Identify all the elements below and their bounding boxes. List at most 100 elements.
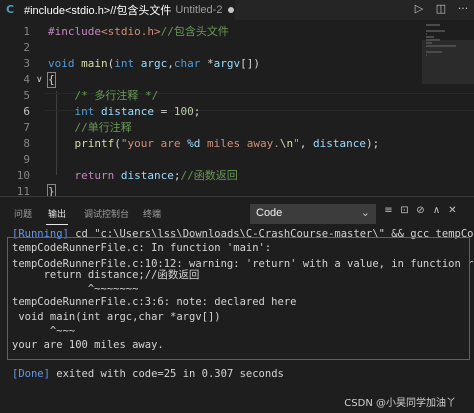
output-channel-select[interactable]: Code ⌄ — [250, 204, 376, 224]
c-language-icon: C — [6, 3, 15, 16]
code-token: , — [167, 57, 174, 70]
editor-tab-bar: C #include<stdio.h>//包含头文件 Untitled-2 ▷ … — [0, 0, 474, 20]
minimap-line — [426, 24, 440, 26]
code-line[interactable]: 3 void main(int argc,char *argv[]) — [0, 56, 474, 72]
code-token: argv — [213, 57, 241, 70]
code-token: /* 多行注释 */ — [48, 89, 159, 102]
code-text: int distance = 100; — [48, 104, 201, 120]
code-line[interactable]: 2 — [0, 40, 474, 56]
code-token: return — [74, 169, 115, 182]
output-done-line: [Done] exited with code=25 in 0.307 seco… — [12, 367, 284, 382]
code-line[interactable]: 8 printf("your are %d miles away.\n", di… — [0, 136, 474, 152]
code-token: printf — [74, 137, 115, 150]
code-text: void main(int argc,char *argv[]) — [48, 56, 260, 72]
minimap-line — [426, 51, 442, 53]
code-line[interactable]: 6 int distance = 100; — [0, 104, 474, 120]
watermark: CSDN @小昊同学加油丫 — [344, 398, 456, 409]
run-icon[interactable]: ▷ — [412, 2, 426, 15]
code-token: void — [48, 57, 75, 70]
code-token: //包含头文件 — [160, 25, 229, 38]
code-line[interactable]: 1 #include<stdio.h>//包含头文件 — [0, 24, 474, 40]
line-number: 5 — [23, 89, 30, 102]
code-line[interactable]: 4 ∨{ — [0, 72, 474, 88]
code-token: main — [81, 57, 108, 70]
code-token: , — [299, 137, 313, 150]
minimap-line — [426, 45, 456, 47]
code-line[interactable]: 7 //单行注释 — [0, 120, 474, 136]
bracket-match-box — [47, 72, 56, 88]
code-token: argc — [140, 57, 168, 70]
split-editor-icon[interactable]: ◫ — [434, 2, 448, 15]
code-line[interactable]: 5 /* 多行注释 */ — [0, 88, 474, 104]
minimap-line — [426, 42, 432, 44]
code-token: "your are — [120, 137, 188, 150]
code-line[interactable]: 10 return distance;//函数返回 — [0, 168, 474, 184]
code-token: []) — [240, 57, 260, 70]
chevron-down-icon: ⌄ — [360, 206, 370, 219]
tab-debug-console[interactable]: 调试控制台 — [84, 207, 129, 220]
code-editor[interactable]: 1 #include<stdio.h>//包含头文件 2 3 void main(int… — [0, 20, 474, 200]
code-token: ; — [193, 105, 201, 118]
line-number: 3 — [23, 57, 30, 70]
code-token: char — [173, 57, 201, 70]
line-number: 4 — [23, 73, 30, 86]
active-tab-underline — [46, 224, 68, 225]
line-number: 7 — [23, 121, 30, 134]
tab-problems[interactable]: 问题 — [14, 207, 32, 220]
code-token: %d — [187, 137, 201, 150]
panel-actions: ≡ ⊡ ⊘ ∧ ✕ — [382, 205, 459, 216]
lock-icon[interactable]: ⊡ — [398, 205, 411, 216]
done-tag: [Done] — [12, 368, 50, 380]
line-number: 1 — [23, 25, 30, 38]
code-token: //函数返回 — [180, 169, 238, 182]
code-token: ( — [114, 137, 121, 150]
line-number: 8 — [23, 137, 30, 150]
code-text: /* 多行注释 */ — [48, 88, 158, 104]
line-number: 10 — [16, 169, 30, 182]
tab-subtitle: Untitled-2 — [175, 4, 223, 16]
editor-tab[interactable]: C #include<stdio.h>//包含头文件 Untitled-2 — [0, 0, 235, 20]
code-token: " — [293, 137, 300, 150]
fold-chevron-icon[interactable]: ∨ — [36, 72, 43, 88]
code-text: //单行注释 — [48, 120, 132, 136]
close-icon[interactable]: ✕ — [446, 205, 459, 216]
code-token: int — [74, 105, 95, 118]
list-filter-icon[interactable]: ≡ — [382, 205, 395, 216]
code-text: return distance;//函数返回 — [48, 168, 238, 184]
code-token: #include — [48, 25, 101, 38]
clear-output-icon[interactable]: ⊘ — [414, 205, 427, 216]
more-icon[interactable]: ··· — [456, 2, 470, 15]
line-number: 6 — [23, 105, 30, 118]
code-token: \n — [279, 137, 294, 150]
code-token: * — [200, 57, 214, 70]
code-token: <stdio.h> — [100, 25, 161, 38]
highlight-box — [7, 237, 470, 360]
code-token: = — [153, 105, 174, 118]
code-token: distance — [120, 169, 174, 182]
tab-output[interactable]: 输出 — [48, 207, 66, 220]
code-token: miles away. — [200, 137, 280, 150]
tab-title: #include<stdio.h>//包含头文件 — [24, 5, 172, 17]
code-token: 100 — [173, 105, 194, 118]
code-token: //单行注释 — [48, 121, 132, 134]
minimap-line — [426, 36, 434, 38]
minimap-line — [426, 30, 445, 32]
code-token: ); — [365, 137, 380, 150]
code-token: int — [114, 57, 135, 70]
unsaved-dot-icon[interactable] — [228, 7, 235, 13]
code-line[interactable]: 9 — [0, 152, 474, 168]
line-number: 2 — [23, 41, 30, 54]
done-text: exited with code=25 in 0.307 seconds — [49, 368, 284, 380]
tab-terminal[interactable]: 终端 — [143, 207, 161, 220]
minimap-line — [426, 39, 440, 41]
code-token: distance — [312, 137, 366, 150]
output-channel-value: Code — [256, 207, 283, 219]
code-token: distance — [101, 105, 154, 118]
chevron-up-icon[interactable]: ∧ — [430, 205, 443, 216]
minimap-line — [426, 54, 427, 56]
